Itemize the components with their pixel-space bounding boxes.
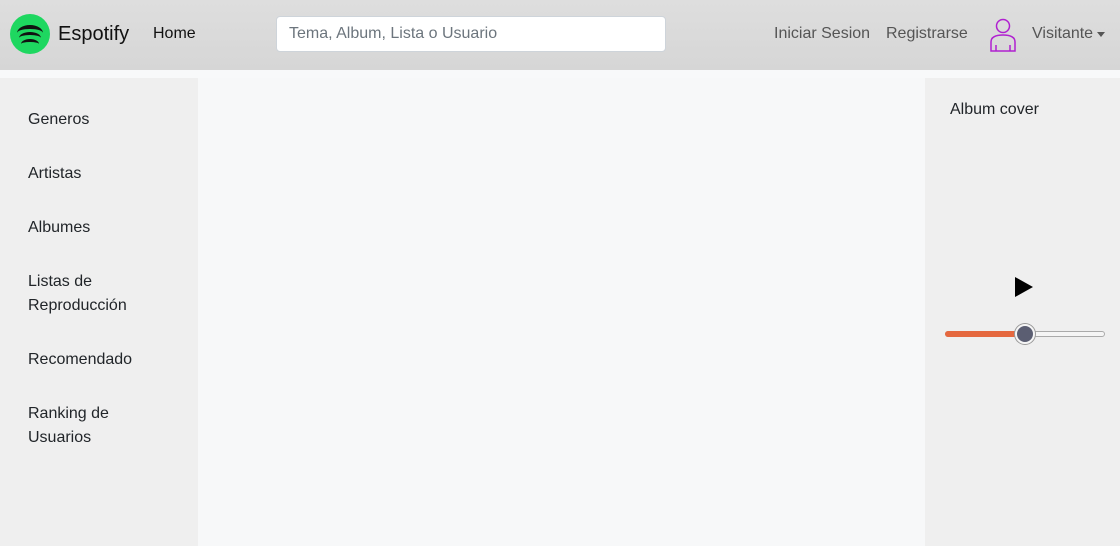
slider-thumb[interactable] (1015, 324, 1035, 344)
sidebar: Generos Artistas Albumes Listas de Repro… (0, 78, 198, 546)
spotify-logo-icon (10, 14, 50, 54)
caret-down-icon (1097, 31, 1106, 37)
navbar: Espotify Home Iniciar Sesion Registrarse… (0, 0, 1120, 70)
user-dropdown-label: Visitante (1032, 25, 1094, 42)
user-dropdown[interactable]: Visitante (1032, 25, 1106, 43)
player-panel: Album cover (925, 78, 1120, 546)
brand-name[interactable]: Espotify (58, 23, 129, 46)
play-icon[interactable] (1015, 277, 1033, 297)
slider-fill (945, 331, 1025, 337)
register-link[interactable]: Registrarse (886, 25, 968, 43)
volume-slider[interactable] (945, 324, 1105, 344)
home-link[interactable]: Home (153, 25, 196, 43)
sidebar-item-artistas[interactable]: Artistas (28, 162, 178, 186)
album-cover: Album cover (950, 101, 1039, 118)
main-content (198, 78, 925, 546)
brand[interactable]: Espotify (10, 14, 129, 54)
sidebar-item-recomendado[interactable]: Recomendado (28, 348, 178, 372)
sidebar-item-albumes[interactable]: Albumes (28, 216, 178, 240)
sidebar-item-generos[interactable]: Generos (28, 108, 178, 132)
user-icon[interactable] (988, 18, 1018, 52)
sidebar-item-listas[interactable]: Listas de Reproducción (28, 270, 138, 318)
search-input[interactable] (276, 16, 666, 52)
sidebar-item-ranking[interactable]: Ranking de Usuarios (28, 402, 128, 450)
login-link[interactable]: Iniciar Sesion (774, 25, 870, 43)
